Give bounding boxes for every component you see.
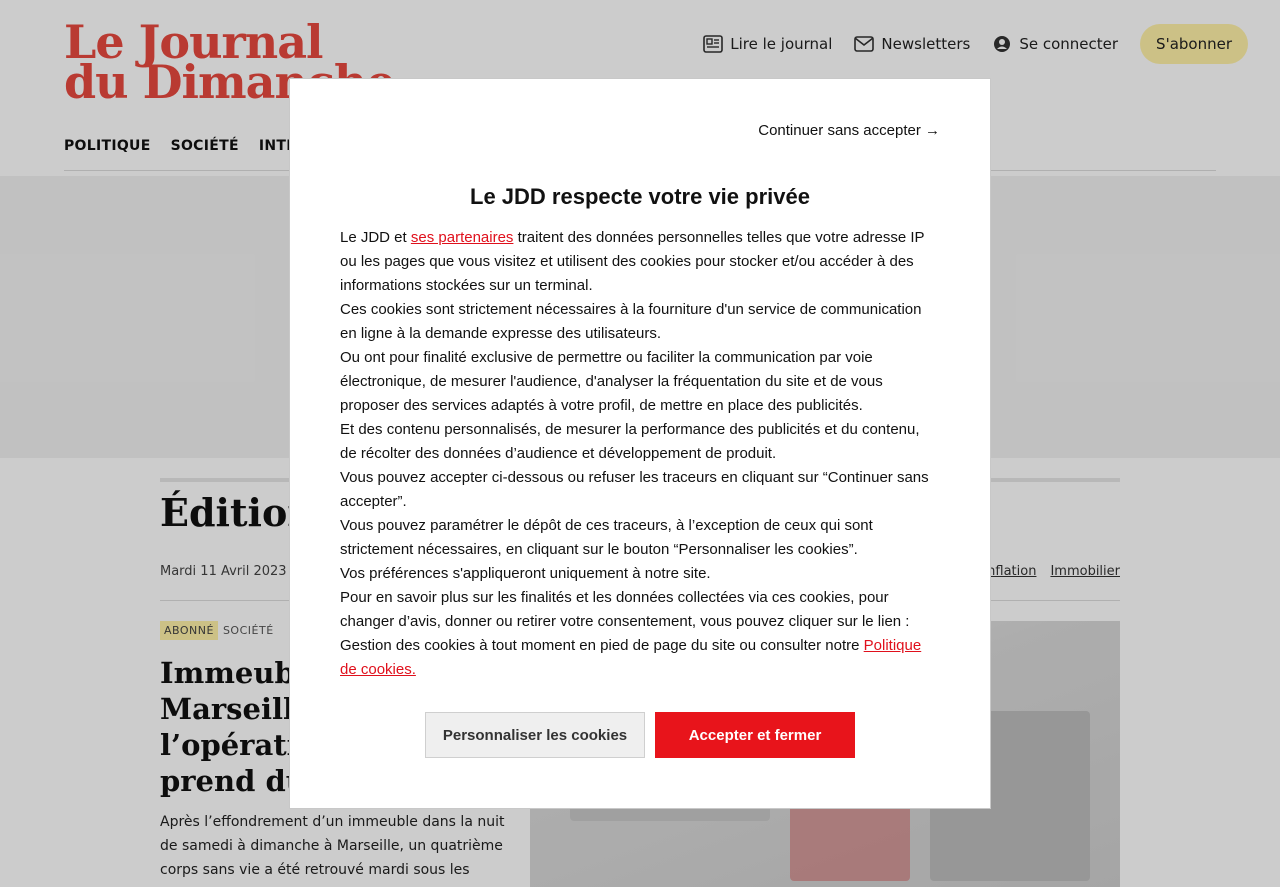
consent-body: Le JDD et ses partenaires traitent des d… <box>340 226 940 682</box>
consent-intro-after: traitent des données personnelles telles… <box>513 229 925 246</box>
consent-line: changer d’avis, donner ou retirer votre … <box>340 613 910 630</box>
consent-line: Vos préférences s'appliqueront uniquemen… <box>340 565 711 582</box>
customize-cookies-button[interactable]: Personnaliser les cookies <box>425 712 645 758</box>
consent-line: Et des contenu personnalisés, de mesurer… <box>340 421 920 438</box>
consent-line: Le JDD et ses partenaires traitent des d… <box>340 226 940 250</box>
consent-line: informations stockées sur un terminal. <box>340 277 593 294</box>
consent-line: ou les pages que vous visitez et utilise… <box>340 253 914 270</box>
consent-last-before: Gestion des cookies à tout moment en pie… <box>340 637 864 654</box>
cookie-policy-link-cont[interactable]: de cookies. <box>340 661 416 678</box>
consent-line: Vous pouvez paramétrer le dépôt de ces t… <box>340 517 873 534</box>
consent-line: Gestion des cookies à tout moment en pie… <box>340 634 940 658</box>
consent-line: Ou ont pour finalité exclusive de permet… <box>340 349 873 366</box>
consent-line: Ces cookies sont strictement nécessaires… <box>340 301 922 318</box>
consent-line: strictement nécessaires, en cliquant sur… <box>340 541 858 558</box>
accept-and-close-button[interactable]: Accepter et fermer <box>655 712 855 758</box>
consent-line: de récolter des données d’audience et dé… <box>340 445 777 462</box>
cookie-policy-link[interactable]: Politique <box>864 637 922 654</box>
consent-line: de cookies. <box>340 658 940 682</box>
partners-link[interactable]: ses partenaires <box>411 229 514 246</box>
consent-title: Le JDD respecte votre vie privée <box>470 184 810 209</box>
consent-line: Vous pouvez accepter ci-dessous ou refus… <box>340 469 929 486</box>
consent-line: accepter”. <box>340 493 407 510</box>
consent-line: proposer des services adaptés à votre pr… <box>340 397 863 414</box>
consent-line: en ligne à la demande expresse des utili… <box>340 325 662 342</box>
consent-intro-before: Le JDD et <box>340 229 411 246</box>
continue-without-accepting-link[interactable]: Continuer sans accepter → <box>758 122 940 139</box>
cookie-consent-dialog: Continuer sans accepter → Le JDD respect… <box>289 78 991 809</box>
consent-line: électronique, de mesurer l'audience, d'a… <box>340 373 883 390</box>
consent-line: Pour en savoir plus sur les finalités et… <box>340 589 889 606</box>
